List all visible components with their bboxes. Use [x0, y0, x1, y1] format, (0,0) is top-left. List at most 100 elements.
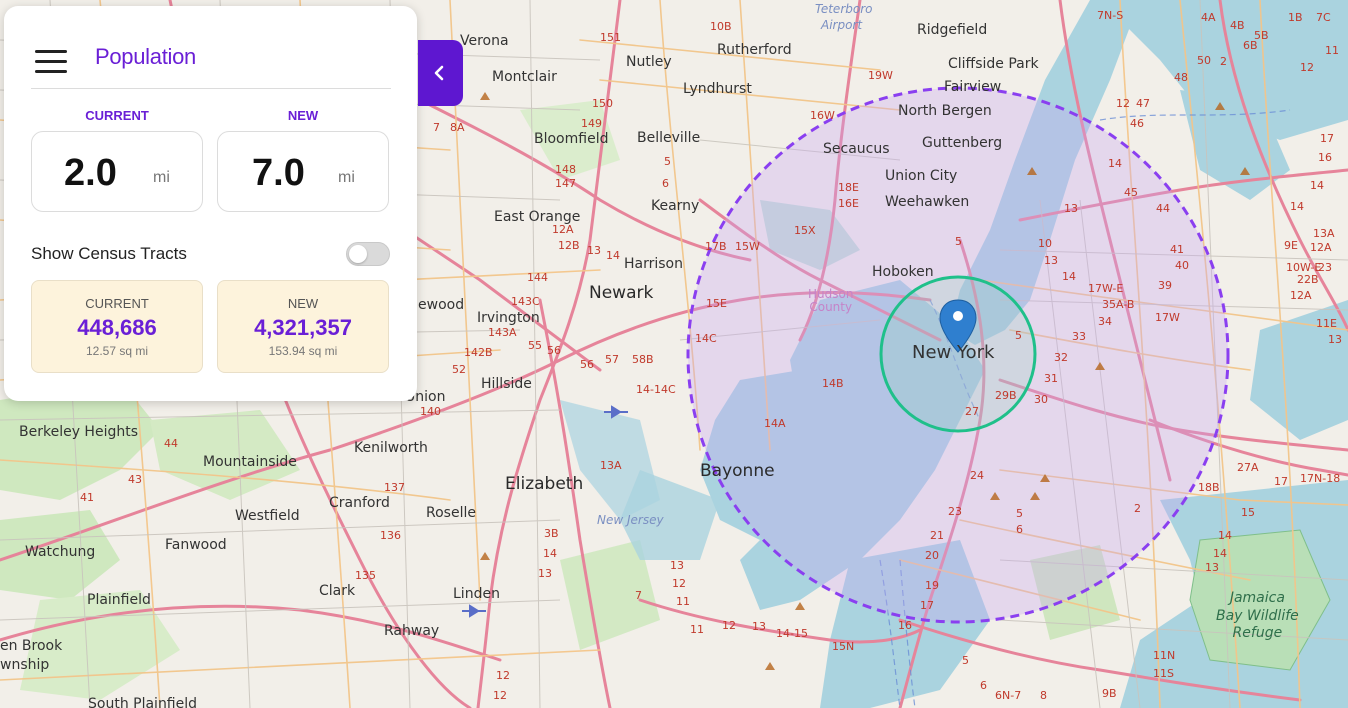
route-label: 4A	[1201, 11, 1216, 24]
route-label: 13	[1064, 202, 1078, 215]
place-label-new-york: New York	[912, 342, 995, 363]
new-radius-unit: mi	[338, 169, 355, 186]
route-label: 144	[527, 271, 548, 284]
route-label: 143A	[488, 326, 517, 339]
route-label: 13	[587, 244, 601, 257]
place-label-ewood: ewood	[418, 297, 465, 313]
route-label: 16	[1318, 151, 1332, 164]
route-label: 15W	[735, 240, 760, 253]
route-label: 14	[1062, 270, 1076, 283]
route-label: 22B	[1297, 273, 1319, 286]
place-label-watchung: Watchung	[25, 544, 96, 560]
route-label: 12	[1300, 61, 1314, 74]
current-population-value: 448,686	[77, 315, 157, 340]
place-label-mountainside: Mountainside	[203, 454, 297, 470]
toggle-knob	[349, 245, 367, 263]
route-label: 12	[722, 619, 736, 632]
route-label: 17W	[1155, 311, 1180, 324]
route-label: 46	[1130, 117, 1144, 130]
route-label: 13	[1205, 561, 1219, 574]
route-label: 16E	[838, 197, 859, 210]
route-label: 1B	[1288, 11, 1303, 24]
divider	[31, 88, 391, 89]
route-label: 16	[898, 619, 912, 632]
current-radius-field[interactable]: 2.0 mi	[31, 131, 203, 212]
route-label: 6N-7	[995, 689, 1022, 702]
route-label: 11	[676, 595, 690, 608]
route-label: 14	[1290, 200, 1304, 213]
place-label-en-brook: en Brook	[0, 638, 63, 654]
route-label: 27	[965, 405, 979, 418]
route-label: 8A	[450, 121, 465, 134]
route-label: 29B	[995, 389, 1017, 402]
route-label: 7	[635, 589, 642, 602]
route-label: 12	[496, 669, 510, 682]
route-label: 45	[1124, 186, 1138, 199]
current-radius-label: CURRENT	[85, 108, 149, 123]
route-label: 14	[543, 547, 557, 560]
route-label: 9E	[1284, 239, 1298, 252]
place-label-ridgefield: Ridgefield	[917, 22, 988, 38]
route-label: 143C	[511, 295, 540, 308]
place-label-wnship: wnship	[0, 657, 50, 673]
route-label: 11	[1325, 44, 1339, 57]
route-label: 14-15	[776, 627, 808, 640]
place-label-newark: Newark	[589, 283, 654, 303]
route-label: 149	[581, 117, 602, 130]
place-label-bloomfield: Bloomfield	[534, 131, 609, 147]
population-panel: Population CURRENT NEW 2.0 mi 7.0 mi Sho…	[4, 6, 417, 401]
current-area-value: 12.57 sq mi	[85, 344, 149, 358]
route-label: 17N-18	[1300, 472, 1341, 485]
place-label-north-bergen: North Bergen	[898, 103, 992, 119]
route-label: 135	[355, 569, 376, 582]
route-label: 12B	[558, 239, 580, 252]
route-label: 14A	[764, 417, 786, 430]
route-label: 18B	[1198, 481, 1220, 494]
route-label: 13A	[600, 459, 622, 472]
route-label: 17	[1274, 475, 1288, 488]
place-label-hillside: Hillside	[481, 376, 532, 392]
new-population-card: NEW 4,321,357 153.94 sq mi	[217, 280, 389, 373]
route-label: 13	[670, 559, 684, 572]
place-label-hudson-county: Hudson County	[808, 287, 854, 315]
route-label: 6	[662, 177, 669, 190]
chevron-left-icon	[434, 65, 444, 81]
census-tracts-toggle[interactable]	[346, 242, 390, 266]
route-label: 21	[930, 529, 944, 542]
current-population-card: CURRENT 448,686 12.57 sq mi	[31, 280, 203, 373]
route-label: 151	[600, 31, 621, 44]
route-label: 14	[1108, 157, 1122, 170]
route-label: 7N-S	[1097, 9, 1124, 22]
place-label-berkeley-heights: Berkeley Heights	[19, 424, 139, 440]
route-label: 52	[452, 363, 466, 376]
place-label-south-plainfield: South Plainfield	[88, 696, 198, 708]
route-label: 13	[1328, 333, 1342, 346]
route-label: 5	[955, 235, 962, 248]
new-radius-field[interactable]: 7.0 mi	[217, 131, 389, 212]
hamburger-menu-icon[interactable]	[35, 50, 67, 74]
place-label-teterboro: Teterboro	[815, 2, 873, 16]
route-label: 5	[664, 155, 671, 168]
route-label: 14-14C	[636, 383, 676, 396]
route-label: 5	[962, 654, 969, 667]
route-label: 5B	[1254, 29, 1269, 42]
route-label: 30	[1034, 393, 1048, 406]
place-label-secaucus: Secaucus	[823, 141, 890, 157]
route-label: 2	[1134, 502, 1141, 515]
route-label: 11S	[1153, 667, 1174, 680]
route-label: 17B	[705, 240, 727, 253]
route-label: 56	[547, 344, 561, 357]
current-radius-value: 2.0	[64, 152, 117, 194]
place-label-irvington: Irvington	[477, 310, 540, 326]
route-label: 11N	[1153, 649, 1176, 662]
place-label-roselle: Roselle	[426, 505, 476, 521]
collapse-panel-button[interactable]	[418, 40, 463, 106]
route-label: 32	[1054, 351, 1068, 364]
route-label: 6	[1016, 523, 1023, 536]
route-label: 50	[1197, 54, 1211, 67]
route-label: 7	[433, 121, 440, 134]
new-population-value: 4,321,357	[254, 315, 352, 340]
route-label: 14	[606, 249, 620, 262]
place-label-guttenberg: Guttenberg	[922, 135, 1003, 151]
route-label: 14	[1218, 529, 1232, 542]
